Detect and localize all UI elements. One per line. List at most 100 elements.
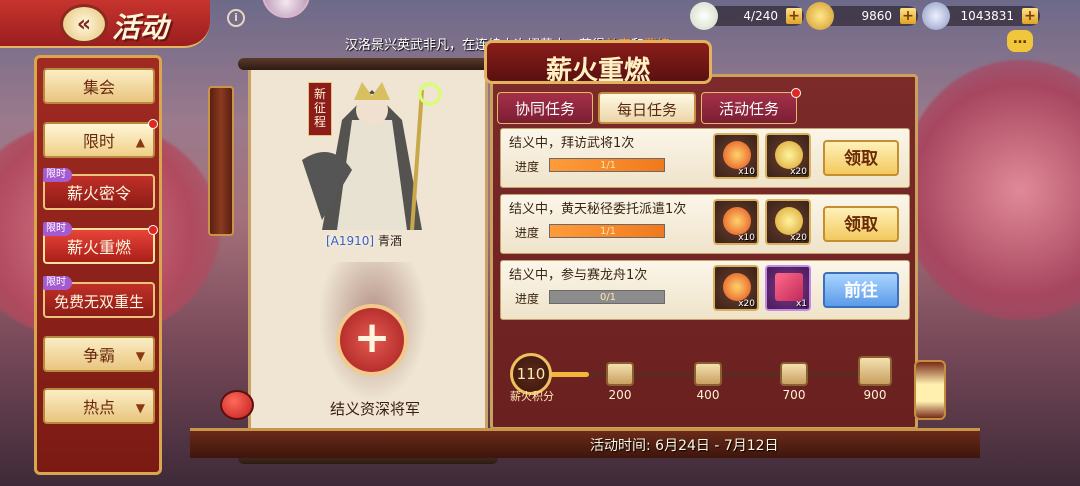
milestone-chest[interactable] xyxy=(780,362,808,386)
slot-label: 结义资深将军 xyxy=(329,400,420,418)
milestone-value: 700 xyxy=(782,388,806,402)
milestone-value: 200 xyxy=(608,388,632,402)
nav-item-limited[interactable]: 限时 ▲ xyxy=(43,119,158,158)
info-icon[interactable]: i xyxy=(227,9,245,27)
reward-count: x1 xyxy=(795,299,807,309)
lion-mascot-decoration xyxy=(220,390,254,420)
notification-dot xyxy=(791,88,801,98)
task-row: 结义中，黄天秘径委托派遣1次 进度 1/1 x10 x20 领取 xyxy=(500,194,910,254)
points-label: 薪火积分 xyxy=(510,390,554,403)
resource-stamina: 4/240 + xyxy=(690,2,804,30)
progress-text: 1/1 xyxy=(599,160,617,171)
milestone-chest[interactable] xyxy=(606,362,634,386)
fire-icon xyxy=(723,141,751,169)
reward-slot[interactable]: x10 xyxy=(713,199,759,245)
reward-slot[interactable]: x1 xyxy=(765,265,811,311)
chevron-down-icon: ▼ xyxy=(135,349,145,363)
tab-event-tasks[interactable]: 活动任务 xyxy=(701,88,801,124)
tab-daily-tasks[interactable]: 每日任务 xyxy=(598,92,696,124)
limited-tag: 限时 xyxy=(43,276,72,290)
reward-slot[interactable]: x10 xyxy=(713,133,759,179)
reward-count: x10 xyxy=(738,167,755,177)
points-track-fill xyxy=(548,372,589,377)
event-time: 活动时间: 6月24日 - 7月12日 xyxy=(590,438,779,454)
scroll-roller xyxy=(238,58,498,70)
nav-label: 薪火重燃 xyxy=(66,238,131,257)
top-left-header: « 活动 xyxy=(0,0,210,48)
nav-item-free-rebirth[interactable]: 限时 免费无双重生 xyxy=(43,276,155,318)
reward-slot[interactable]: x20 xyxy=(765,199,811,245)
gold-ingot-icon xyxy=(806,2,834,30)
chevron-down-icon: ▼ xyxy=(135,401,145,415)
reward-count: x20 xyxy=(790,167,807,177)
chat-button[interactable]: … xyxy=(1007,30,1033,52)
nav-label: 限时 xyxy=(82,132,115,151)
resource-silver: 1043831 + xyxy=(922,2,1040,30)
reward-count: x10 xyxy=(738,233,755,243)
game-screen: « 活动 i 4/240 + 9860 + 1043831 + … 汉洛景兴英武… xyxy=(0,0,1080,486)
chevron-up-icon: ▲ xyxy=(135,135,145,149)
limited-tag: 限时 xyxy=(43,168,72,182)
tab-label: 活动任务 xyxy=(718,100,779,118)
coin-pillar-decoration xyxy=(208,86,234,236)
resource-gold: 9860 + xyxy=(806,2,918,30)
progress-label: 进度 xyxy=(515,292,540,306)
limited-tag: 限时 xyxy=(43,222,72,236)
claim-button[interactable]: 领取 xyxy=(823,206,899,242)
nav-item-contest[interactable]: 争霸 ▼ xyxy=(43,336,155,372)
notification-dot xyxy=(148,225,158,235)
task-title: 结义中，黄天秘径委托派遣1次 xyxy=(509,202,687,217)
nav-label: 热点 xyxy=(82,398,115,417)
gold-ingot-icon xyxy=(775,207,803,235)
nav-label: 争霸 xyxy=(82,346,115,365)
lantern-decoration xyxy=(914,360,946,420)
claim-button[interactable]: 领取 xyxy=(823,140,899,176)
add-gold-button[interactable]: + xyxy=(900,8,916,24)
reward-slot[interactable]: x20 xyxy=(713,265,759,311)
nav-label: 薪火密令 xyxy=(66,184,131,203)
add-silver-button[interactable]: + xyxy=(1022,8,1038,24)
page-title: 活动 xyxy=(112,11,169,44)
task-row: 结义中，参与赛龙舟1次 进度 0/1 x20 x1 前往 xyxy=(500,260,910,320)
nav-label: 集会 xyxy=(82,78,115,97)
resource-value: 1043831 xyxy=(960,9,1014,23)
hero-name: 青酒 xyxy=(377,234,402,248)
milestone-value: 900 xyxy=(863,388,887,402)
add-general-button[interactable]: + xyxy=(336,304,408,376)
nav-item-hot[interactable]: 热点 ▼ xyxy=(43,388,155,424)
player-avatar[interactable] xyxy=(262,0,310,18)
fire-icon xyxy=(723,273,751,301)
task-title: 结义中，拜访武将1次 xyxy=(509,136,635,151)
panel-title: 薪火重燃 xyxy=(484,40,712,84)
bun-icon xyxy=(690,2,718,30)
double-chevron-left-icon: « xyxy=(76,11,92,37)
reward-count: x20 xyxy=(790,233,807,243)
fire-icon xyxy=(723,207,751,235)
progress-bar: 1/1 xyxy=(549,224,665,238)
hero-code: [A1910] xyxy=(326,234,375,248)
nav-item-xinhuo-order[interactable]: 限时薪火密令 xyxy=(43,168,155,210)
progress-label: 进度 xyxy=(515,226,540,240)
task-row: 结义中，拜访武将1次 进度 1/1 x10 x20 领取 xyxy=(500,128,910,188)
back-button[interactable]: « xyxy=(60,4,108,44)
resource-value: 9860 xyxy=(861,9,892,23)
progress-text: 1/1 xyxy=(599,226,617,237)
progress-bar: 0/1 xyxy=(549,290,665,304)
nav-item-xinhuo-rekindle[interactable]: 限时薪火重燃 xyxy=(43,222,158,264)
platform-base xyxy=(190,428,980,458)
reward-count: x20 xyxy=(738,299,755,309)
hero-name-label: [A1910] 青酒 xyxy=(326,232,402,249)
activity-sidebar: 集会 限时 ▲ 限时 薪火密令 限时 薪火重燃 限时 免费无双重生 争霸 ▼ 热点 ▼ xyxy=(34,55,162,475)
tab-coop-tasks[interactable]: 协同任务 xyxy=(497,92,593,124)
progress-label: 进度 xyxy=(515,160,540,174)
add-stamina-button[interactable]: + xyxy=(786,8,802,24)
milestone-chest[interactable] xyxy=(858,356,892,386)
resource-value: 4/240 xyxy=(743,9,778,23)
chat-bubble-icon: … xyxy=(1013,31,1027,47)
reward-slot[interactable]: x20 xyxy=(765,133,811,179)
blossom-tree xyxy=(900,60,1080,320)
nav-item-gathering[interactable]: 集会 xyxy=(43,68,155,104)
progress-bar: 1/1 xyxy=(549,158,665,172)
milestone-chest[interactable] xyxy=(694,362,722,386)
go-button[interactable]: 前往 xyxy=(823,272,899,308)
